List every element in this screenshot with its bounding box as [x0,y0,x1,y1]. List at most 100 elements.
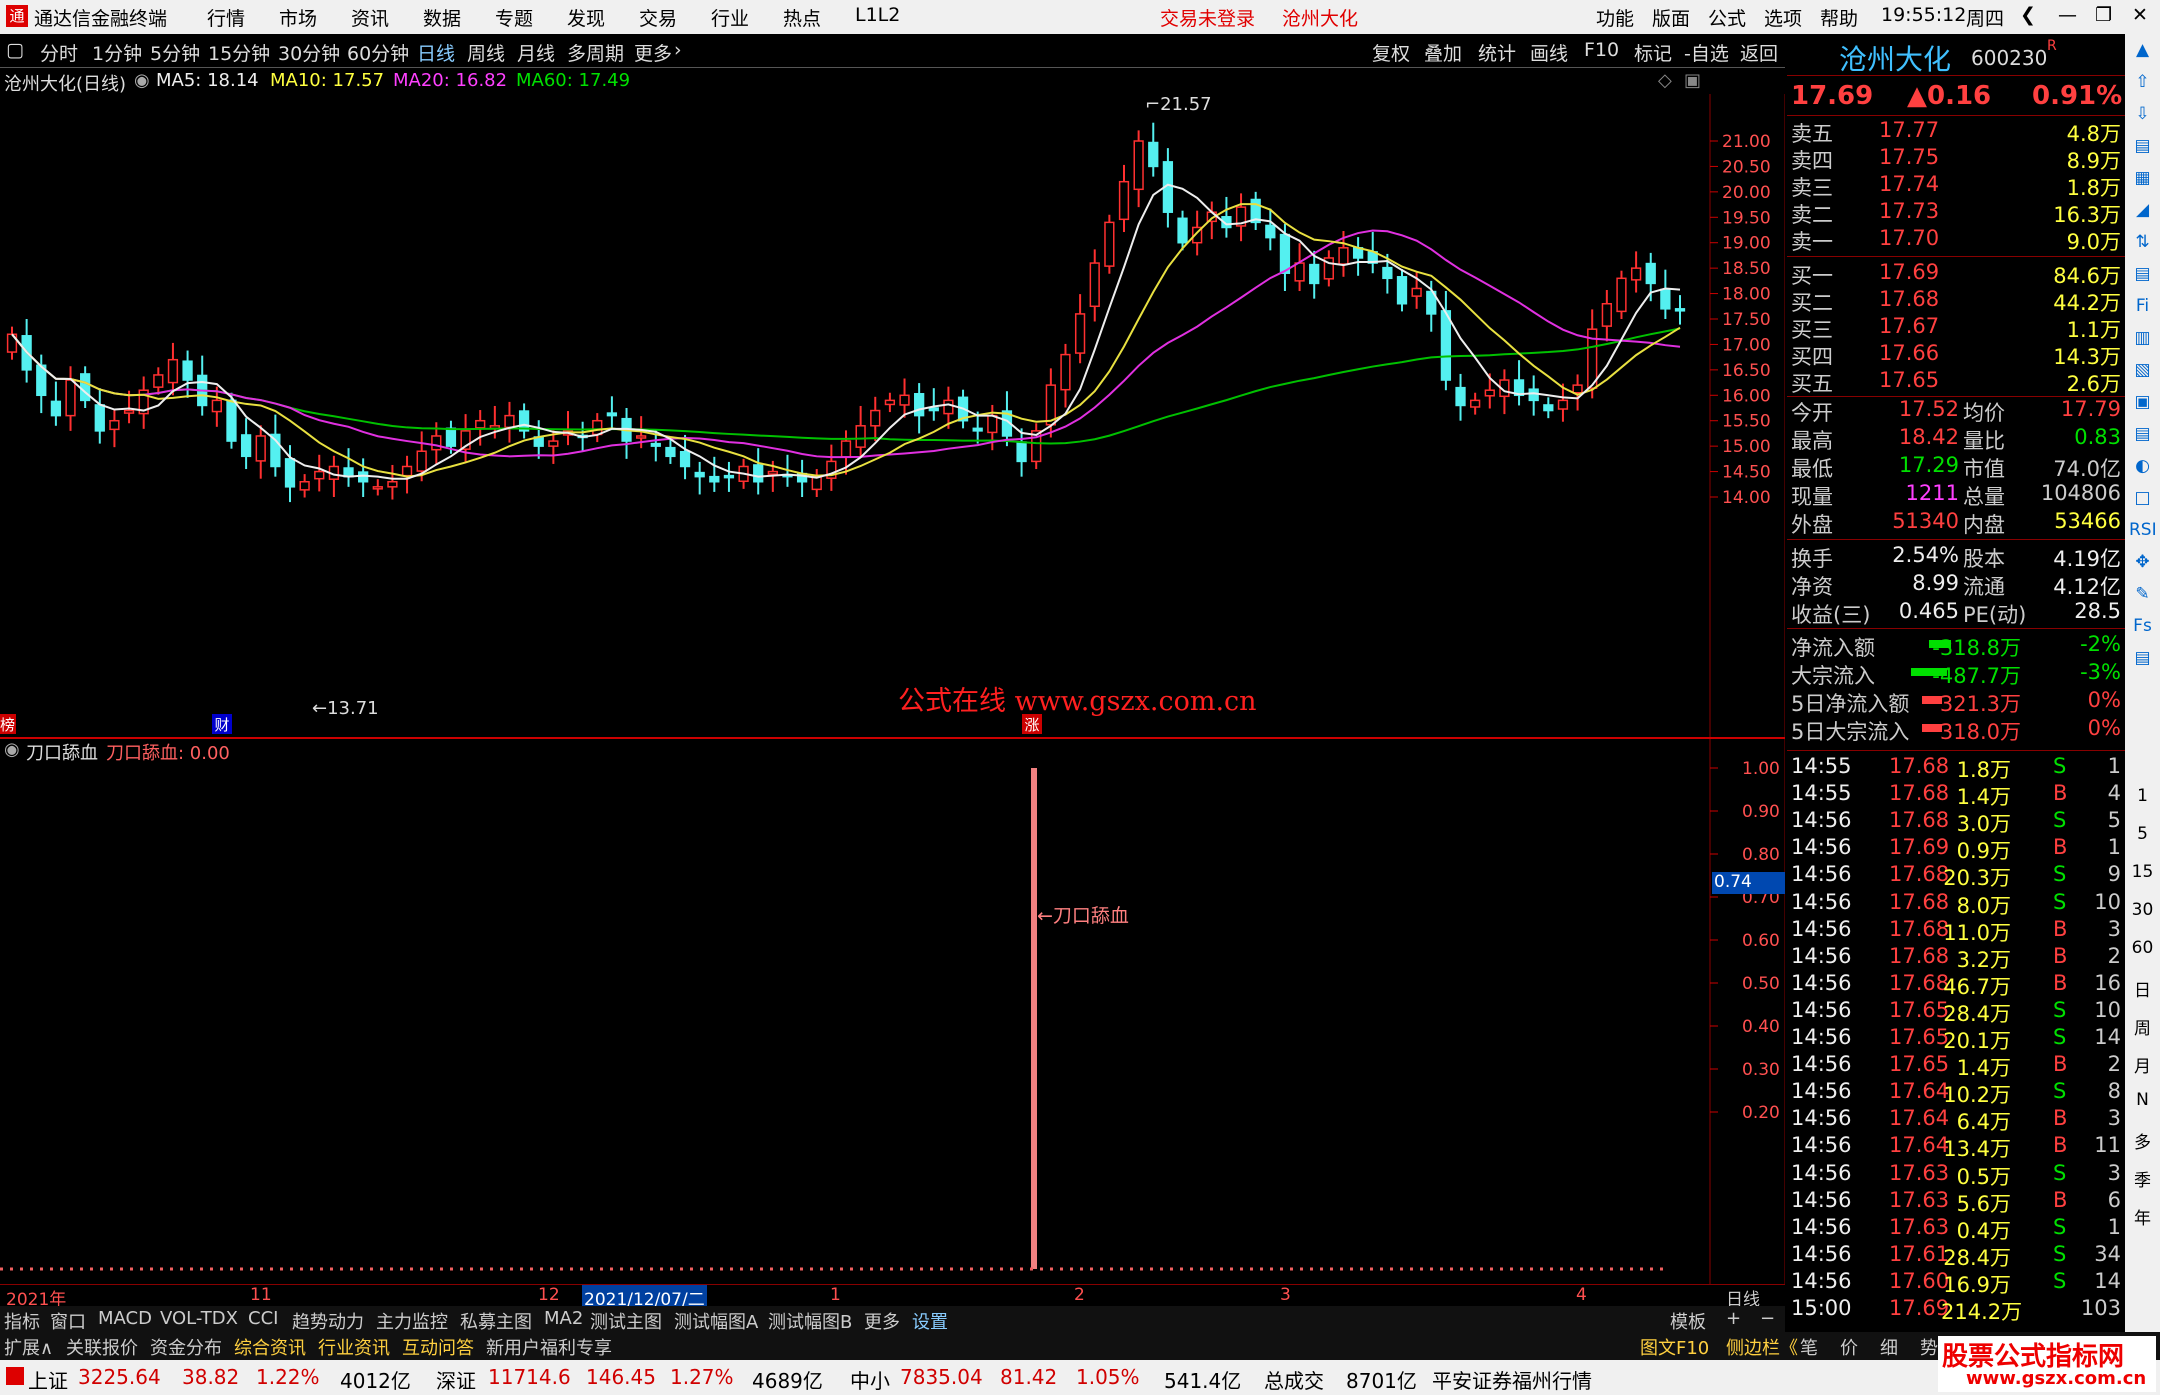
tab-cci[interactable]: CCI [248,1308,278,1329]
period-shortcut-4[interactable]: 60 [2129,938,2156,964]
side-tool-icon[interactable]: RSI [2129,520,2157,546]
btn-biaoji[interactable]: 标记 [1634,39,1672,66]
tab-kuozhan[interactable]: 扩展∧ [4,1334,53,1360]
period-shortcut-9[interactable]: 多 [2129,1128,2156,1154]
tab-macd[interactable]: MACD [98,1308,152,1329]
stat-row[interactable]: 今开 17.52 均价 17.79 [1791,397,2121,425]
tick-row[interactable]: 14:56 17.64 6.4万 B 3 [1791,1106,2121,1134]
btn-tongji[interactable]: 统计 [1478,39,1516,66]
bid-row[interactable]: 买四 17.66 14.3万 [1791,341,2121,369]
tab-chuangkou[interactable]: 窗口 [50,1308,86,1334]
stat-row[interactable]: 最低 17.29 市值 74.0亿 [1791,453,2121,481]
menu-shuju[interactable]: 数据 [423,4,461,31]
flow-row[interactable]: 大宗流入 -487.7万 -3% [1791,660,2121,688]
tick-row[interactable]: 14:56 17.69 0.9万 B 1 [1791,835,2121,863]
period-5min[interactable]: 5分钟 [150,39,200,66]
bid-row[interactable]: 买一 17.69 84.6万 [1791,260,2121,288]
tab-ceshi-b[interactable]: 测试幅图B [768,1308,852,1334]
tick-row[interactable]: 14:56 17.63 0.5万 S 3 [1791,1161,2121,1189]
bid-row[interactable]: 买二 17.68 44.2万 [1791,287,2121,315]
side-tool-icon[interactable]: ⇧ [2129,72,2156,98]
side-tool-icon[interactable]: ⇅ [2129,232,2156,258]
zx-label[interactable]: 中小 [850,1365,890,1394]
stat-row[interactable]: 净资 8.99 流通 4.12亿 [1791,571,2121,599]
broker-name[interactable]: 平安证券福州行情 [1432,1365,1592,1394]
stat-row[interactable]: 外盘 51340 内盘 53466 [1791,509,2121,537]
side-tool-icon[interactable]: ▥ [2129,328,2156,354]
side-tool-icon[interactable]: ▤ [2129,424,2156,450]
btn-diejia[interactable]: 叠加 [1424,39,1462,66]
candlestick-chart[interactable]: 21.00 20.50 20.00 19.50 19.00 18.50 18.00 17.50… [0,94,1786,739]
tick-row[interactable]: 14:56 17.68 46.7万 B 16 [1791,971,2121,999]
tick-row[interactable]: 14:56 17.65 20.1万 S 14 [1791,1025,2121,1053]
close-icon[interactable]: ✕ [2132,4,2148,26]
ask-row[interactable]: 卖二 17.73 16.3万 [1791,199,2121,227]
ask-row[interactable]: 卖三 17.74 1.8万 [1791,172,2121,200]
tab-fuli[interactable]: 新用户福利专享 [486,1334,612,1360]
tab-qushi[interactable]: 趋势动力 [292,1308,364,1334]
tab-simu[interactable]: 私募主图 [460,1308,532,1334]
side-tool-icon[interactable]: Fs [2129,616,2156,642]
tab-zhibiao[interactable]: 指标 [4,1308,40,1334]
period-15min[interactable]: 15分钟 [208,39,270,66]
tick-row[interactable]: 14:56 17.60 16.9万 S 14 [1791,1269,2121,1297]
menu-l1l2[interactable]: L1L2 [855,4,900,26]
sh-label[interactable]: 上证 [28,1365,68,1394]
tab-add[interactable]: + [1726,1308,1741,1329]
period-multi[interactable]: 多周期 [567,39,624,66]
side-tool-icon[interactable]: ▣ [2129,392,2156,418]
menu-zhuanti[interactable]: 专题 [495,4,533,31]
side-tool-icon[interactable]: Fi [2129,296,2156,322]
tab-hudong[interactable]: 互动问答 [402,1334,474,1360]
tab-template[interactable]: 模板 [1670,1308,1706,1334]
event-mark-bang[interactable]: 榜 [0,714,16,734]
flow-row[interactable]: 5日净流入额 321.3万 0% [1791,688,2121,716]
tick-row[interactable]: 14:56 17.68 8.0万 S 10 [1791,890,2121,918]
tab-vol-tdx[interactable]: VOL-TDX [160,1308,238,1329]
menu-gongneng[interactable]: 功能 [1596,4,1634,31]
tick-row[interactable]: 14:56 17.65 28.4万 S 10 [1791,998,2121,1026]
menu-zixun[interactable]: 资讯 [351,4,389,31]
tick-row[interactable]: 14:55 17.68 1.8万 S 1 [1791,754,2121,782]
tick-row[interactable]: 14:56 17.64 10.2万 S 8 [1791,1079,2121,1107]
ask-row[interactable]: 卖四 17.75 8.9万 [1791,145,2121,173]
period-shortcut-7[interactable]: 月 [2129,1052,2156,1078]
flow-row[interactable]: 净流入额 -318.8万 -2% [1791,632,2121,660]
restore-icon[interactable]: ❐ [2095,4,2112,26]
btn-f10[interactable]: F10 [1584,39,1619,61]
more-chevron-icon[interactable]: › [674,39,682,61]
tick-row[interactable]: 14:56 17.61 28.4万 S 34 [1791,1242,2121,1270]
period-shortcut-3[interactable]: 30 [2129,900,2156,926]
menu-faxian[interactable]: 发现 [567,4,605,31]
indicator-subchart[interactable]: ◉ 刀口舔血 刀口舔血: 0.00 1.00 0.90 0.80 0.70 0.60 0.… [0,739,1785,1284]
tab-shi[interactable]: 势 [1920,1334,1938,1360]
tick-row[interactable]: 14:55 17.68 1.4万 B 4 [1791,781,2121,809]
period-shortcut-6[interactable]: 周 [2129,1014,2156,1040]
tab-hangye-zixun[interactable]: 行业资讯 [318,1334,390,1360]
tab-zonghe[interactable]: 综合资讯 [234,1334,306,1360]
tab-ceshi-a[interactable]: 测试幅图A [674,1308,758,1334]
tab-zijin[interactable]: 资金分布 [150,1334,222,1360]
tab-remove[interactable]: − [1760,1308,1775,1329]
minimize-icon[interactable]: — [2058,4,2077,26]
period-shortcut-1[interactable]: 5 [2129,824,2156,850]
menu-redian[interactable]: 热点 [783,4,821,31]
period-30min[interactable]: 30分钟 [278,39,340,66]
menu-jiaoyi[interactable]: 交易 [639,4,677,31]
menu-xuanxiang[interactable]: 选项 [1764,4,1802,31]
period-60min[interactable]: 60分钟 [347,39,409,66]
diamond-icon[interactable]: ◇ [1658,70,1672,91]
event-mark-zhang[interactable]: 涨 [1022,714,1042,734]
tick-row[interactable]: 14:56 17.68 20.3万 S 9 [1791,862,2121,890]
menu-bangzhu[interactable]: 帮助 [1820,4,1858,31]
tab-settings[interactable]: 设置 [912,1308,948,1334]
sz-label[interactable]: 深证 [436,1365,476,1394]
event-mark-cai[interactable]: 财 [212,714,232,734]
period-more[interactable]: 更多 [634,39,672,66]
kline-svg[interactable]: 21.00 20.50 20.00 19.50 19.00 18.50 18.00 17.50… [0,94,1786,739]
btn-fanhui[interactable]: 返回 [1740,39,1778,66]
period-1min[interactable]: 1分钟 [92,39,142,66]
side-tool-icon[interactable]: ▲ [2129,40,2156,66]
period-shortcut-10[interactable]: 季 [2129,1166,2156,1192]
btn-zixuan[interactable]: -自选 [1684,39,1729,66]
